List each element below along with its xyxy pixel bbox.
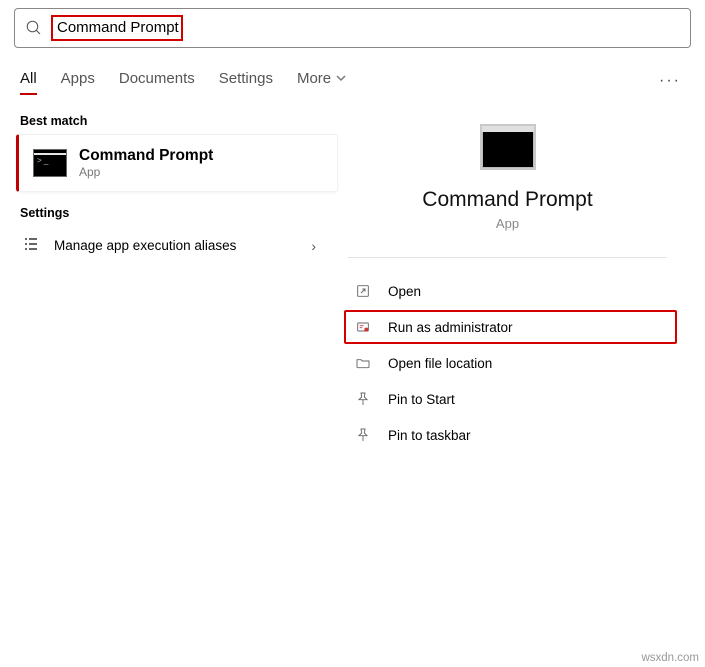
- tab-documents[interactable]: Documents: [119, 70, 195, 93]
- tab-apps[interactable]: Apps: [61, 70, 95, 93]
- divider: [348, 257, 667, 258]
- chevron-right-icon: ›: [311, 238, 322, 254]
- pin-icon: [352, 391, 374, 407]
- action-pin-to-taskbar[interactable]: Pin to taskbar: [344, 418, 677, 452]
- chevron-down-icon: [335, 72, 347, 84]
- action-open-file-location[interactable]: Open file location: [344, 346, 677, 380]
- filter-tabs: All Apps Documents Settings More ···: [20, 68, 685, 94]
- action-label: Pin to taskbar: [388, 428, 471, 443]
- watermark: wsxdn.com: [641, 652, 699, 664]
- settings-item-label: Manage app execution aliases: [54, 238, 236, 253]
- best-match-header: Best match: [20, 114, 338, 128]
- result-subtitle: App: [79, 165, 213, 179]
- command-prompt-icon: [33, 149, 67, 177]
- action-run-as-administrator[interactable]: Run as administrator: [344, 310, 677, 344]
- best-match-result[interactable]: Command Prompt App: [16, 134, 338, 192]
- command-prompt-icon: [480, 124, 536, 170]
- tab-all[interactable]: All: [20, 70, 37, 95]
- tab-settings[interactable]: Settings: [219, 70, 273, 93]
- preview-subtitle: App: [338, 216, 677, 231]
- action-label: Run as administrator: [388, 320, 513, 335]
- settings-header: Settings: [20, 206, 338, 220]
- settings-item-aliases[interactable]: Manage app execution aliases ›: [14, 226, 328, 265]
- admin-icon: [352, 319, 374, 335]
- result-title: Command Prompt: [79, 147, 213, 165]
- preview-title: Command Prompt: [338, 188, 677, 212]
- action-label: Open file location: [388, 356, 492, 371]
- tab-more-label: More: [297, 70, 331, 87]
- search-input[interactable]: Command Prompt: [57, 19, 179, 36]
- pin-icon: [352, 427, 374, 443]
- search-box[interactable]: Command Prompt: [14, 8, 691, 48]
- action-pin-to-start[interactable]: Pin to Start: [344, 382, 677, 416]
- search-icon: [25, 19, 43, 37]
- action-label: Open: [388, 284, 421, 299]
- folder-icon: [352, 355, 374, 371]
- more-options-button[interactable]: ···: [655, 68, 685, 94]
- action-label: Pin to Start: [388, 392, 455, 407]
- open-icon: [352, 283, 374, 299]
- tab-more[interactable]: More: [297, 70, 347, 93]
- list-icon: [20, 236, 42, 255]
- action-open[interactable]: Open: [344, 274, 677, 308]
